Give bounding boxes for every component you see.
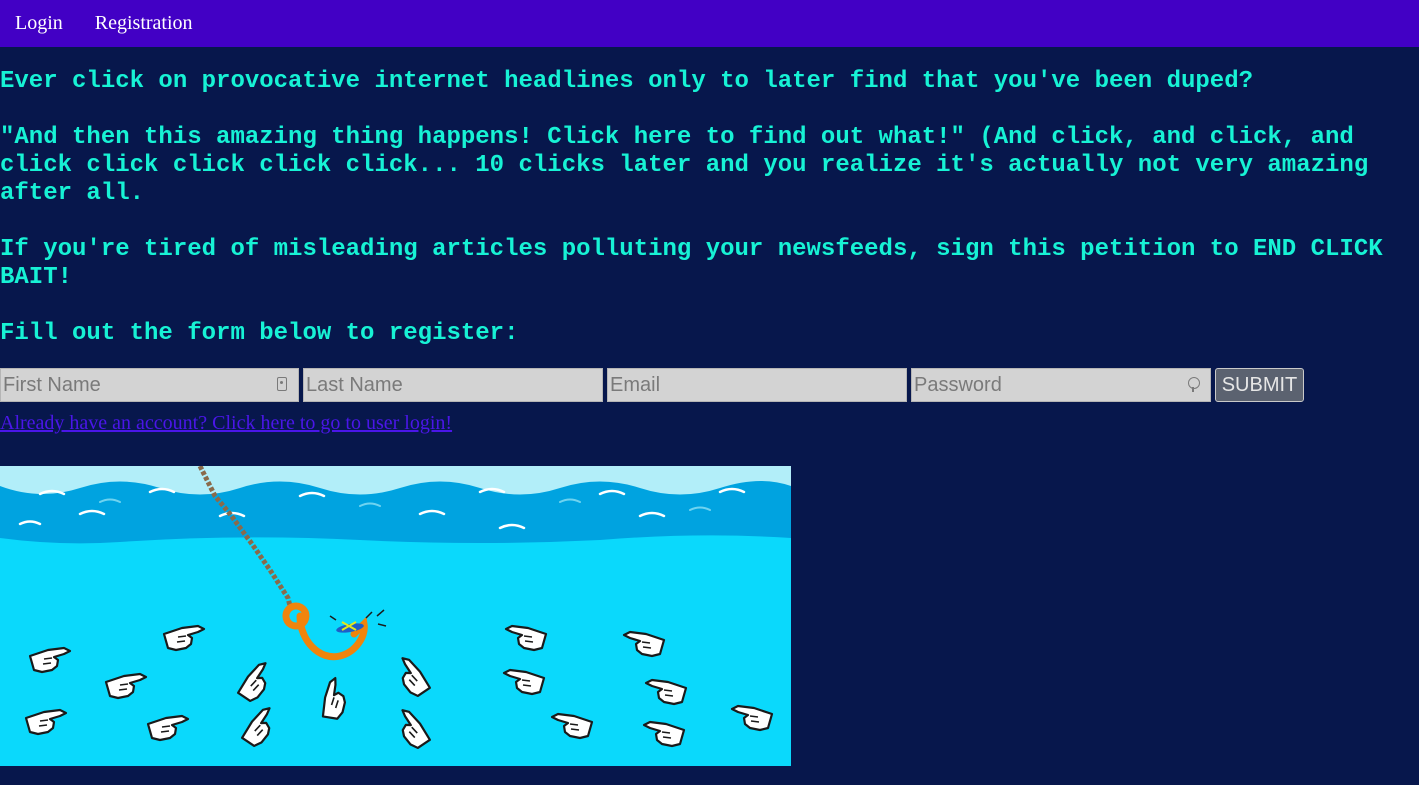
- form-prompt-text: Fill out the form below to register:: [0, 320, 519, 347]
- top-navbar: Login Registration: [0, 0, 1419, 47]
- first-name-input[interactable]: [0, 368, 299, 402]
- petition-text: If you're tired of misleading articles p…: [0, 236, 1383, 291]
- nav-login-link[interactable]: Login: [15, 12, 63, 35]
- user-login-link[interactable]: Already have an account? Click here to g…: [0, 412, 452, 435]
- nav-registration-link[interactable]: Registration: [95, 12, 193, 35]
- password-input[interactable]: [911, 368, 1211, 402]
- fishing-hook-cursor-illustration: [0, 466, 791, 766]
- submit-button[interactable]: SUBMIT: [1215, 368, 1304, 402]
- quote-text: "And then this amazing thing happens! Cl…: [0, 124, 1369, 207]
- intro-question-text: Ever click on provocative internet headl…: [0, 68, 1254, 95]
- email-input[interactable]: [607, 368, 907, 402]
- last-name-input[interactable]: [303, 368, 603, 402]
